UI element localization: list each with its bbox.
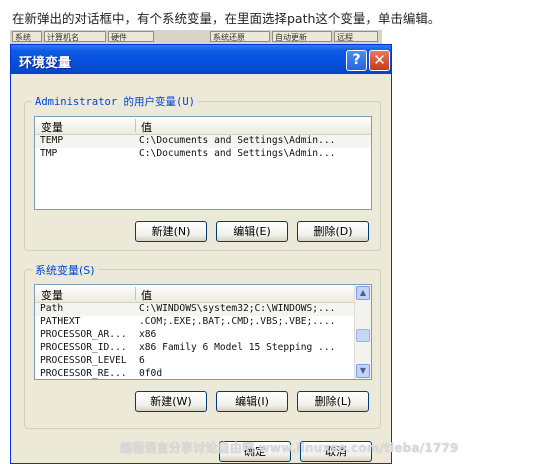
background-tab: 系统还原 (210, 31, 270, 42)
background-tab: 自动更新 (272, 31, 332, 42)
variable-name: Path (40, 303, 64, 314)
user-variables-group: Administrator 的用户变量(U) 变量 值 TEMP C:\Docu… (24, 94, 381, 251)
variable-name: TEMP (40, 135, 64, 146)
background-tab: 远程 (334, 31, 378, 42)
instruction-caption: 在新弹出的对话框中，有个系统变量，在里面选择path这个变量，单击编辑。 (12, 11, 441, 26)
system-variables-group: 系统变量(S) 变量 值 Path C:\WINDOWS\system32;C:… (24, 262, 381, 429)
variable-value: 6 (139, 355, 145, 366)
question-mark-icon: ? (352, 52, 361, 68)
variable-name: PROCESSOR_RE... (40, 368, 127, 379)
system-delete-button[interactable]: 删除(L) (297, 391, 369, 412)
chevron-down-icon: ▼ (359, 366, 367, 375)
column-divider[interactable] (135, 119, 136, 132)
background-tab: 计算机名 (44, 31, 106, 42)
variable-name: PROCESSOR_ID... (40, 342, 127, 353)
close-icon: ✕ (373, 51, 386, 69)
column-header-variable[interactable]: 变量 (41, 119, 63, 135)
column-header-variable[interactable]: 变量 (41, 287, 63, 303)
close-button[interactable]: ✕ (369, 50, 390, 71)
variable-value: .COM;.EXE;.BAT;.CMD;.VBS;.VBE;.... (139, 316, 336, 327)
variable-name: TMP (40, 148, 58, 159)
scroll-thumb[interactable] (356, 329, 370, 342)
list-item[interactable]: TMP C:\Documents and Settings\Admin... (35, 148, 371, 161)
help-button[interactable]: ? (346, 50, 367, 71)
system-variables-list[interactable]: 变量 值 Path C:\WINDOWS\system32;C:\WINDOWS… (34, 284, 372, 380)
variable-value: 0f0d (139, 368, 163, 379)
variable-name: PROCESSOR_LEVEL (40, 355, 127, 366)
system-new-button[interactable]: 新建(W) (135, 391, 207, 412)
user-new-button[interactable]: 新建(N) (135, 221, 207, 242)
list-item[interactable]: PROCESSOR_LEVEL 6 (35, 355, 371, 368)
variable-value: x86 Family 6 Model 15 Stepping ... (139, 342, 336, 353)
list-item[interactable]: PROCESSOR_ID... x86 Family 6 Model 15 St… (35, 342, 371, 355)
environment-variables-dialog: 环境变量 ? ✕ Administrator 的用户变量(U) 变量 值 TEM… (10, 44, 392, 464)
site-watermark: 编程语言分享讨论自由吧 www.linuxso.com/tieba/1779 (120, 441, 459, 455)
column-header-value[interactable]: 值 (141, 119, 152, 135)
list-item[interactable]: PROCESSOR_RE... 0f0d (35, 368, 371, 379)
background-window-tabs: 系统 计算机名 硬件 系统还原 自动更新 远程 (10, 30, 382, 45)
background-tab: 系统 (12, 31, 42, 42)
variable-value: x86 (139, 329, 157, 340)
scroll-down-button[interactable]: ▼ (356, 364, 370, 378)
system-variables-label: 系统变量(S) (32, 262, 98, 278)
scroll-up-button[interactable]: ▲ (356, 286, 370, 300)
list-item[interactable]: TEMP C:\Documents and Settings\Admin... (35, 135, 371, 148)
column-divider[interactable] (135, 287, 136, 300)
vertical-scrollbar[interactable]: ▲ ▼ (354, 285, 371, 379)
list-item[interactable]: PATHEXT .COM;.EXE;.BAT;.CMD;.VBS;.VBE;..… (35, 316, 371, 329)
system-edit-button[interactable]: 编辑(I) (216, 391, 288, 412)
dialog-title: 环境变量 (19, 56, 72, 71)
list-header: 变量 值 (35, 117, 371, 135)
list-item[interactable]: Path C:\WINDOWS\system32;C:\WINDOWS;... (35, 303, 371, 316)
background-tab: 硬件 (108, 31, 154, 42)
user-variables-label: Administrator 的用户变量(U) (32, 94, 198, 109)
variable-value: C:\Documents and Settings\Admin... (139, 148, 336, 159)
list-header: 变量 值 (35, 285, 371, 303)
variable-name: PATHEXT (40, 316, 81, 327)
title-bar[interactable]: 环境变量 ? ✕ (11, 45, 391, 74)
list-item[interactable]: PROCESSOR_AR... x86 (35, 329, 371, 342)
variable-value: C:\WINDOWS\system32;C:\WINDOWS;... (139, 303, 336, 314)
variable-value: C:\Documents and Settings\Admin... (139, 135, 336, 146)
chevron-up-icon: ▲ (359, 288, 367, 297)
user-edit-button[interactable]: 编辑(E) (216, 221, 288, 242)
user-delete-button[interactable]: 删除(D) (297, 221, 369, 242)
user-variables-list[interactable]: 变量 值 TEMP C:\Documents and Settings\Admi… (34, 116, 372, 210)
variable-name: PROCESSOR_AR... (40, 329, 127, 340)
column-header-value[interactable]: 值 (141, 287, 152, 303)
